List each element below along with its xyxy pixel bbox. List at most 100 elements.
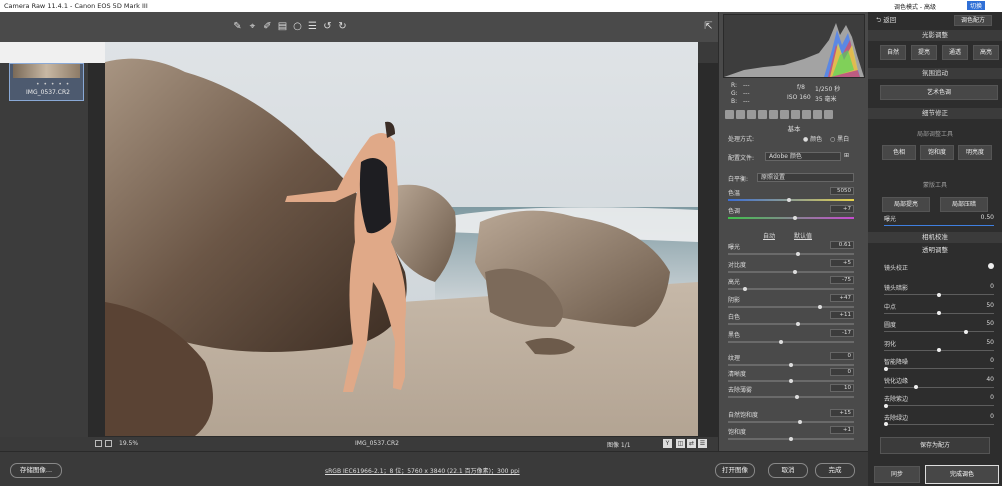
exposure-slider[interactable] xyxy=(884,225,994,226)
highlights-slider-thumb[interactable] xyxy=(742,287,747,291)
highlights-value[interactable]: -75 xyxy=(830,276,854,284)
gradient-filter-icon[interactable]: ▤ xyxy=(277,21,288,32)
saturation-button[interactable]: 饱和度 xyxy=(920,145,954,160)
finish-grading-button[interactable]: 完成调色 xyxy=(925,465,999,484)
defringe-purple-slider[interactable] xyxy=(884,403,994,408)
done-button[interactable]: 完成 xyxy=(815,463,855,478)
default-link[interactable]: 默认值 xyxy=(794,231,812,240)
contrast-value[interactable]: +5 xyxy=(830,258,854,267)
hsl-tab-icon[interactable] xyxy=(758,110,767,119)
basic-tab-icon[interactable] xyxy=(725,110,734,119)
rotate-right-icon[interactable]: ↻ xyxy=(337,21,348,32)
fullscreen-toggle-icon[interactable]: ⇱ xyxy=(703,21,714,32)
smart-denoise-slider-thumb[interactable] xyxy=(884,366,888,371)
shadows-slider[interactable] xyxy=(728,304,854,309)
switch-badge[interactable]: 切换 xyxy=(967,1,986,10)
preset-recipe-button[interactable]: 调色配方 xyxy=(954,15,992,26)
calibration-tab-icon[interactable] xyxy=(802,110,811,119)
treatment-bw-radio[interactable]: ○ 黑白 xyxy=(830,134,849,143)
zoom-in-button[interactable] xyxy=(105,440,112,447)
before-after-button[interactable]: ◫ xyxy=(676,439,685,448)
blacks-slider-thumb[interactable] xyxy=(779,339,784,344)
luminance-button[interactable]: 明亮度 xyxy=(958,145,992,160)
roundness-slider-thumb[interactable] xyxy=(963,329,968,334)
preferences-button[interactable]: ☰ xyxy=(698,439,707,448)
treatment-color-radio[interactable]: ● 颜色 xyxy=(803,134,822,143)
open-image-button[interactable]: 打开图像 xyxy=(715,463,755,478)
clarity-slider-thumb[interactable] xyxy=(789,379,793,383)
contrast-slider-thumb[interactable] xyxy=(792,269,797,274)
filmstrip-thumbnail[interactable]: • • • • • IMG_0537.CR2 xyxy=(9,63,84,101)
defringe-green-value[interactable]: 0 xyxy=(976,413,994,420)
exposure-slider[interactable] xyxy=(728,252,854,256)
feather-value[interactable]: 50 xyxy=(976,339,994,346)
saturation-slider[interactable] xyxy=(728,437,854,441)
rotate-left-icon[interactable]: ↺ xyxy=(322,21,333,32)
presets-tab-icon[interactable] xyxy=(813,110,822,119)
light-natural-button[interactable]: 自然 xyxy=(880,45,906,60)
section-light-adjust[interactable]: 光影调整 xyxy=(868,30,1002,41)
y-toggle-button[interactable]: Y xyxy=(663,439,672,448)
exposure-value[interactable]: 0.50 xyxy=(976,214,994,221)
save-preset-button[interactable]: 保存为配方 xyxy=(880,437,990,454)
vibrance-slider-thumb[interactable] xyxy=(797,420,802,424)
shadows-value[interactable]: +47 xyxy=(830,293,854,302)
dehaze-slider-thumb[interactable] xyxy=(795,395,800,399)
vignette-slider-thumb[interactable] xyxy=(937,292,941,297)
preferences-icon[interactable]: ☰ xyxy=(307,21,318,32)
light-clear-button[interactable]: 通透 xyxy=(942,45,968,60)
local-darken-button[interactable]: 局部压暗 xyxy=(940,197,988,212)
sharpen-edges-slider-thumb[interactable] xyxy=(913,385,918,389)
dehaze-slider[interactable] xyxy=(728,395,854,399)
temp-slider[interactable] xyxy=(728,198,854,202)
saturation-slider-thumb[interactable] xyxy=(789,437,793,441)
defringe-green-slider[interactable] xyxy=(884,422,994,426)
hue-button[interactable]: 色相 xyxy=(882,145,916,160)
vibrance-value[interactable]: +15 xyxy=(830,409,854,417)
defringe-purple-value[interactable]: 0 xyxy=(976,394,994,401)
vignette-value[interactable]: 0 xyxy=(976,283,994,290)
zoom-level[interactable]: 19.5% xyxy=(119,440,138,447)
lens-correction-toggle[interactable] xyxy=(988,263,994,269)
exposure-value[interactable]: 0.61 xyxy=(830,241,854,249)
vignette-slider[interactable] xyxy=(884,292,994,297)
vibrance-slider[interactable] xyxy=(728,420,854,424)
radial-filter-icon[interactable]: ○ xyxy=(292,21,303,32)
defringe-purple-slider-thumb[interactable] xyxy=(884,403,888,408)
whites-value[interactable]: +11 xyxy=(830,311,854,319)
swap-settings-button[interactable]: ⇄ xyxy=(687,439,696,448)
sync-button[interactable]: 同步 xyxy=(874,466,920,483)
save-image-button[interactable]: 存储图像... xyxy=(10,463,62,478)
lens-tab-icon[interactable] xyxy=(780,110,789,119)
texture-slider[interactable] xyxy=(728,363,854,367)
section-transparency[interactable]: 透明调整 xyxy=(868,245,1002,256)
saturation-value[interactable]: +1 xyxy=(830,426,854,434)
section-detail-fix[interactable]: 细节修正 xyxy=(868,108,1002,119)
white-balance-tool-icon[interactable]: ✎ xyxy=(232,21,243,32)
smart-denoise-value[interactable]: 0 xyxy=(976,357,994,364)
cancel-button[interactable]: 取消 xyxy=(768,463,808,478)
temp-value[interactable]: 5050 xyxy=(830,187,854,195)
whites-slider[interactable] xyxy=(728,322,854,326)
temp-slider-thumb[interactable] xyxy=(786,198,791,202)
exposure-slider-thumb[interactable] xyxy=(796,252,801,256)
clarity-value[interactable]: 0 xyxy=(830,368,854,376)
workflow-options-link[interactable]: sRGB IEC61966-2.1；8 位；5760 x 3840 (22.1 … xyxy=(325,466,520,475)
tint-value[interactable]: +7 xyxy=(830,205,854,213)
detail-tab-icon[interactable] xyxy=(747,110,756,119)
snapshots-tab-icon[interactable] xyxy=(824,110,833,119)
auto-link[interactable]: 自动 xyxy=(763,231,775,240)
section-atmosphere[interactable]: 氛围追动 xyxy=(868,68,1002,79)
preview-image[interactable] xyxy=(105,42,698,436)
color-sampler-icon[interactable]: ⌖ xyxy=(247,21,258,32)
profile-select[interactable]: Adobe 颜色 xyxy=(765,152,841,161)
rating-stars[interactable]: • • • • • xyxy=(36,81,70,88)
tint-slider[interactable] xyxy=(728,216,854,220)
zoom-out-button[interactable] xyxy=(95,440,102,447)
tint-slider-thumb[interactable] xyxy=(792,216,797,220)
shadows-slider-thumb[interactable] xyxy=(818,304,823,309)
contrast-slider[interactable] xyxy=(728,269,854,274)
tone-curve-tab-icon[interactable] xyxy=(736,110,745,119)
roundness-value[interactable]: 50 xyxy=(976,320,994,327)
white-balance-select[interactable]: 原照设置 xyxy=(757,173,854,182)
